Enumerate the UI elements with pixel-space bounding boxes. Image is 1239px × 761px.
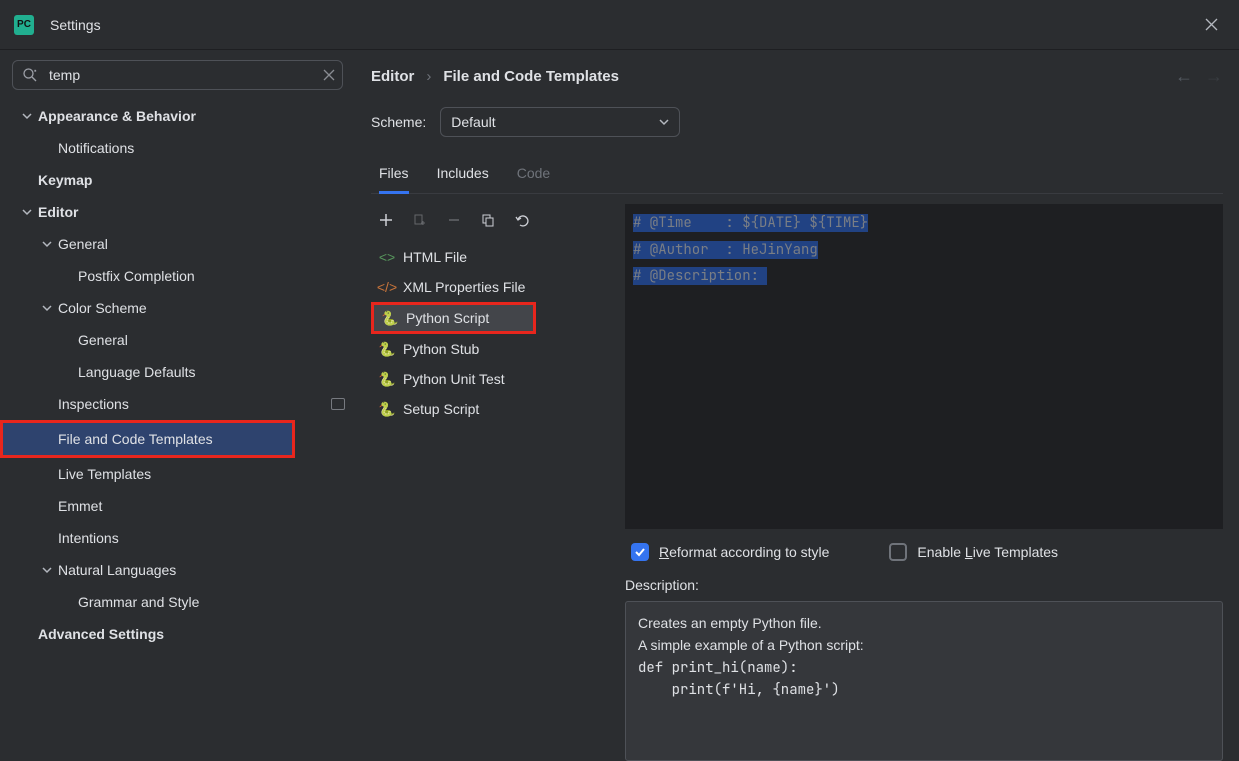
chevron-down-icon [659,117,669,127]
template-code-editor[interactable]: # @Time : ${DATE} ${TIME} # @Author : He… [625,204,1223,529]
checkbox-unchecked-icon [889,543,907,561]
chevron-down-icon [20,109,34,123]
search-icon [22,67,38,83]
description-label: Description: [625,577,1223,593]
tree-advanced[interactable]: Advanced Settings [0,618,355,650]
tree-keymap[interactable]: Keymap [0,164,355,196]
tree-inspections[interactable]: Inspections [0,388,355,420]
template-python-stub[interactable]: 🐍 Python Stub [371,334,611,364]
clear-search-button[interactable] [323,69,335,81]
chevron-down-icon [40,237,54,251]
reformat-checkbox[interactable]: Reformat according to style [631,543,829,561]
template-setup[interactable]: 🐍 Setup Script [371,394,611,424]
tree-file-templates[interactable]: File and Code Templates [3,423,292,455]
live-templates-checkbox[interactable]: Enable Live Templates [889,543,1058,561]
revert-button[interactable] [513,211,531,229]
close-button[interactable] [1197,11,1225,39]
tree-general[interactable]: General [0,228,355,260]
tree-cs-general[interactable]: General [0,324,355,356]
chevron-down-icon [20,205,34,219]
add-child-button[interactable] [411,211,429,229]
tree-cs-langdef[interactable]: Language Defaults [0,356,355,388]
tree-postfix[interactable]: Postfix Completion [0,260,355,292]
app-icon: PC [14,15,34,35]
template-python-script[interactable]: 🐍 Python Script [374,305,533,331]
tree-notifications[interactable]: Notifications [0,132,355,164]
template-xml[interactable]: </> XML Properties File [371,272,611,302]
tree-editor[interactable]: Editor [0,196,355,228]
template-html[interactable]: <> HTML File [371,242,611,272]
tab-includes[interactable]: Includes [437,157,489,193]
chevron-right-icon: › [426,68,431,85]
python-icon: 🐍 [382,310,398,327]
plus-icon [379,213,393,227]
python-icon: 🐍 [379,341,395,358]
python-icon: 🐍 [379,371,395,388]
chevron-down-icon [40,563,54,577]
checkbox-checked-icon [631,543,649,561]
undo-icon [514,213,530,227]
nav-back-button[interactable]: ← [1175,66,1193,87]
close-icon [1205,18,1218,31]
tree-grammar[interactable]: Grammar and Style [0,586,355,618]
breadcrumb: Editor › File and Code Templates ← → [371,66,1223,87]
copy-button[interactable] [479,211,497,229]
chevron-down-icon [40,301,54,315]
add-child-icon [413,213,427,227]
project-badge-icon [331,398,345,410]
tree-colorscheme[interactable]: Color Scheme [0,292,355,324]
tree-appearance[interactable]: Appearance & Behavior [0,100,355,132]
description-box: Creates an empty Python file. A simple e… [625,601,1223,761]
add-template-button[interactable] [377,211,395,229]
window-title: Settings [50,17,101,33]
nav-forward-button[interactable]: → [1205,66,1223,87]
tree-live-templates[interactable]: Live Templates [0,458,355,490]
tab-code[interactable]: Code [517,157,550,193]
template-python-unit[interactable]: 🐍 Python Unit Test [371,364,611,394]
tree-natlang[interactable]: Natural Languages [0,554,355,586]
python-icon: 🐍 [379,401,395,418]
xml-icon: </> [379,279,395,295]
tree-emmet[interactable]: Emmet [0,490,355,522]
remove-button[interactable] [445,211,463,229]
copy-icon [481,213,495,227]
scheme-label: Scheme: [371,114,426,130]
tree-intentions[interactable]: Intentions [0,522,355,554]
html-icon: <> [379,249,395,265]
close-icon [323,69,335,81]
search-input[interactable] [12,60,343,90]
scheme-select[interactable]: Default [440,107,680,137]
minus-icon [447,213,461,227]
tab-files[interactable]: Files [379,157,409,194]
